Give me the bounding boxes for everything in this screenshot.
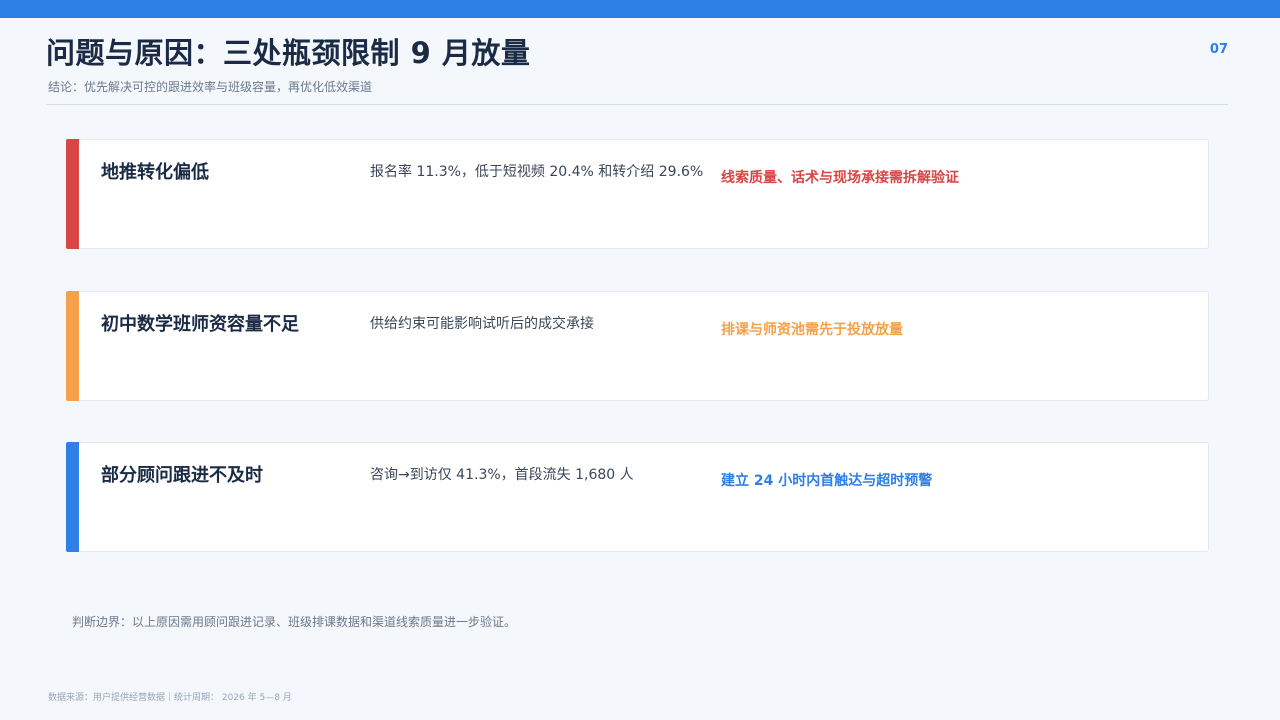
issue-title: 地推转化偏低 xyxy=(101,162,209,183)
judgement-note: 判断边界：以上原因需用顾问跟进记录、班级排课数据和渠道线索质量进一步验证。 xyxy=(72,615,517,629)
issue-title: 初中数学班师资容量不足 xyxy=(101,314,299,335)
issue-card-consultant-followup: 部分顾问跟进不及时 咨询→到访仅 41.3%，首段流失 1,680 人 建立 2… xyxy=(66,442,1209,552)
issue-action: 排课与师资池需先于投放放量 xyxy=(721,322,903,338)
top-accent-bar xyxy=(0,0,1280,18)
card-accent-bar xyxy=(66,291,79,401)
issue-action: 建立 24 小时内首触达与超时预警 xyxy=(721,473,933,489)
issue-description: 咨询→到访仅 41.3%，首段流失 1,680 人 xyxy=(370,467,634,483)
page-title: 问题与原因：三处瓶颈限制 9 月放量 xyxy=(46,36,531,70)
header-divider xyxy=(46,104,1228,105)
issue-card-teacher-capacity: 初中数学班师资容量不足 供给约束可能影响试听后的成交承接 排课与师资池需先于投放… xyxy=(66,291,1209,401)
issue-description: 供给约束可能影响试听后的成交承接 xyxy=(370,316,594,332)
data-source: 数据来源：用户提供经营数据｜统计周期： 2026 年 5—8 月 xyxy=(48,693,292,703)
card-accent-bar xyxy=(66,139,79,249)
issue-action: 线索质量、话术与现场承接需拆解验证 xyxy=(721,170,959,186)
page-number: 07 xyxy=(1209,42,1228,57)
card-accent-bar xyxy=(66,442,79,552)
issue-title: 部分顾问跟进不及时 xyxy=(101,465,263,486)
page-subtitle: 结论：优先解决可控的跟进效率与班级容量，再优化低效渠道 xyxy=(48,80,373,94)
issue-description: 报名率 11.3%，低于短视频 20.4% 和转介绍 29.6% xyxy=(370,164,704,180)
issue-card-ground-promotion: 地推转化偏低 报名率 11.3%，低于短视频 20.4% 和转介绍 29.6% … xyxy=(66,139,1209,249)
